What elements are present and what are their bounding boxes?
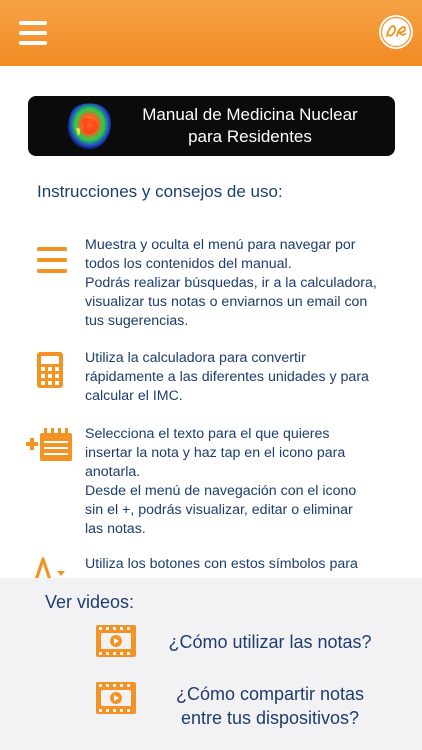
tip-text: Utiliza la calculadora para convertir rá…	[85, 350, 369, 404]
top-bar	[0, 0, 422, 66]
calculator-icon	[37, 352, 63, 388]
instructions-list[interactable]: Muestra y oculta el menú para navegar po…	[0, 230, 422, 578]
font-size-icon	[34, 557, 65, 578]
videos-panel: Ver videos: ¿Cómo utilizar las notas? ¿C…	[0, 578, 422, 750]
video-film-icon	[96, 625, 136, 657]
banner-title: Manual de Medicina Nuclear para Resident…	[142, 105, 358, 146]
scan-image	[68, 103, 112, 151]
video-title[interactable]: ¿Cómo utilizar las notas?	[150, 630, 390, 654]
video-film-icon	[96, 682, 136, 714]
tip-text: Utiliza los botones con estos símbolos p…	[85, 556, 358, 572]
videos-title: Ver videos:	[45, 592, 135, 612]
video-title[interactable]: ¿Cómo compartir notas entre tus disposit…	[150, 682, 390, 730]
tip-text: Selecciona el texto para el que quieres …	[85, 426, 357, 537]
manual-banner: Manual de Medicina Nuclear para Resident…	[28, 96, 395, 156]
add-note-icon	[26, 428, 72, 461]
instructions-title: Instrucciones y consejos de uso:	[37, 182, 283, 201]
menu-icon	[37, 247, 67, 273]
ge-logo-icon	[379, 15, 413, 49]
hamburger-menu-icon[interactable]	[19, 21, 47, 45]
tip-text: Muestra y oculta el menú para navegar po…	[85, 237, 377, 329]
